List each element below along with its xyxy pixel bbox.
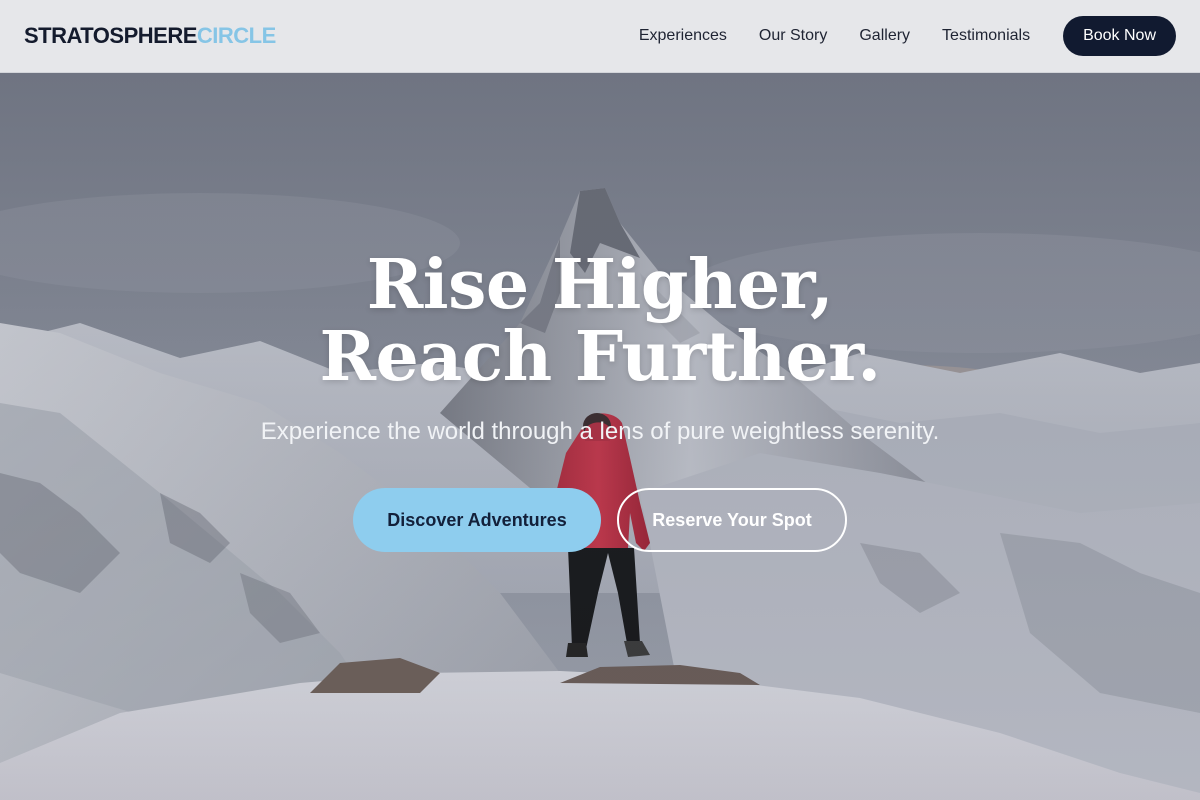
nav-link-experiences[interactable]: Experiences: [639, 27, 727, 45]
nav-link-gallery[interactable]: Gallery: [859, 27, 910, 45]
book-now-button[interactable]: Book Now: [1063, 16, 1176, 56]
hero-title: Rise Higher, Reach Further.: [319, 245, 881, 397]
hero-subtitle: Experience the world through a lens of p…: [260, 418, 940, 445]
logo[interactable]: STRATOSPHERE CIRCLE: [24, 23, 276, 49]
hero-content: Rise Higher, Reach Further. Experience t…: [0, 73, 1200, 800]
nav-link-testimonials[interactable]: Testimonials: [942, 27, 1030, 45]
hero-section: Rise Higher, Reach Further. Experience t…: [0, 73, 1200, 800]
logo-part-accent: CIRCLE: [196, 23, 276, 48]
site-header: STRATOSPHERE CIRCLE Experiences Our Story…: [0, 0, 1200, 73]
logo-part-primary: STRATOSPHERE: [24, 23, 197, 48]
reserve-spot-button[interactable]: Reserve Your Spot: [617, 488, 847, 552]
discover-adventures-button[interactable]: Discover Adventures: [353, 488, 601, 552]
main-nav: Experiences Our Story Gallery Testimonia…: [639, 16, 1176, 56]
nav-link-our-story[interactable]: Our Story: [759, 27, 827, 45]
